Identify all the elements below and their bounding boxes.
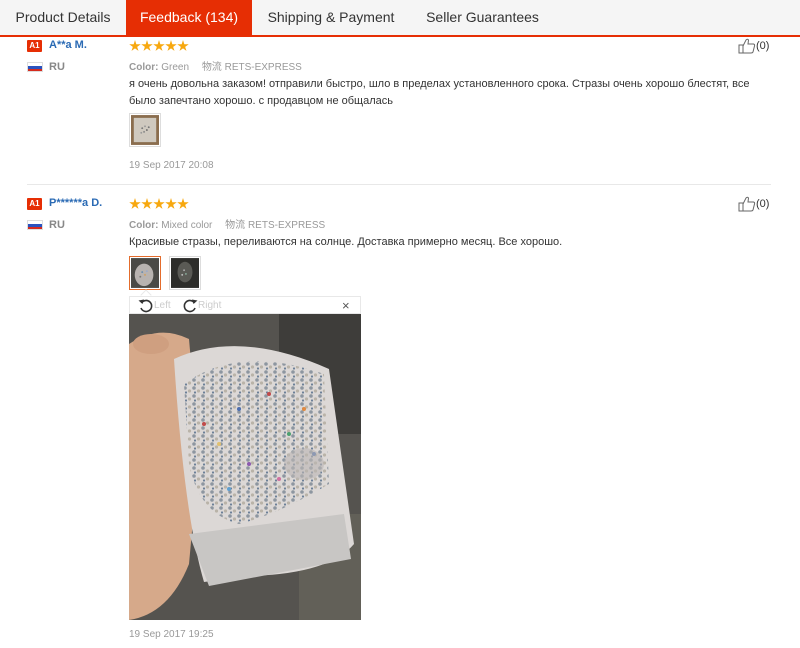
viewer-toolbar: Left Right ×	[129, 296, 361, 314]
star-icon	[177, 40, 189, 51]
helpful-button[interactable]: (0)	[738, 196, 769, 212]
review-date: 19 Sep 2017 20:08	[129, 160, 214, 171]
star-icon	[177, 198, 189, 209]
logistics-value: RETS-EXPRESS	[224, 62, 302, 73]
helpful-count: (0)	[756, 39, 770, 52]
rotate-left-label: Left	[154, 300, 171, 312]
logistics-label: 物流	[225, 220, 246, 231]
tab-bar: Product Details Feedback (134) Shipping …	[0, 0, 800, 37]
buyer-name[interactable]: A**a M.	[49, 39, 87, 51]
rotate-right-button[interactable]: Right	[182, 298, 221, 313]
star-icon	[129, 40, 141, 51]
photo-thumb-image	[131, 258, 159, 288]
color-value: Green	[161, 62, 190, 73]
tab-seller-guarantees[interactable]: Seller Guarantees	[410, 0, 555, 35]
close-viewer-button[interactable]: ×	[342, 298, 350, 314]
star-rating	[129, 39, 189, 53]
star-icon	[165, 198, 177, 209]
logistics-value: RETS-EXPRESS	[247, 220, 326, 231]
star-rating	[129, 197, 189, 211]
thumbs-up-icon	[738, 38, 756, 54]
russia-flag-icon	[27, 220, 43, 230]
tab-product-details[interactable]: Product Details	[0, 0, 126, 35]
buyer-country: RU	[49, 61, 65, 73]
order-info: Color: Mixed color 物流 RETS-EXPRESS	[129, 216, 325, 231]
review-text: Красивые стразы, переливаются на солнце.…	[129, 236, 563, 248]
rotate-left-icon	[138, 299, 153, 313]
review-photo-thumbnail[interactable]	[129, 113, 161, 147]
color-label: Color:	[129, 220, 159, 231]
review-photo-thumbnail[interactable]	[129, 256, 161, 290]
review-divider	[27, 184, 771, 185]
rotate-left-button[interactable]: Left	[138, 298, 171, 313]
order-info: Color: Green 物流 RETS-EXPRESS	[129, 58, 302, 73]
buyer-level-badge: A1	[27, 40, 42, 52]
star-icon	[153, 198, 165, 209]
color-value: Mixed color	[161, 220, 213, 231]
color-label: Color:	[129, 62, 159, 73]
rhinestones-photo	[129, 314, 361, 620]
star-icon	[165, 40, 177, 51]
star-icon	[141, 40, 153, 51]
review-photo-thumbnail[interactable]	[169, 256, 201, 290]
review-photo-large	[129, 314, 361, 620]
rotate-right-label: Right	[198, 300, 222, 312]
buyer-country: RU	[49, 219, 65, 231]
rotate-right-icon	[183, 299, 198, 313]
photo-thumb-image	[171, 258, 199, 288]
russia-flag-icon	[27, 62, 43, 72]
photo-viewer: Left Right ×	[129, 289, 361, 622]
star-icon	[129, 198, 141, 209]
thumbs-up-icon	[738, 196, 756, 212]
logistics-label: 物流	[201, 62, 222, 73]
buyer-name[interactable]: P******a D.	[49, 197, 102, 209]
star-icon	[141, 198, 153, 209]
helpful-button[interactable]: (0)	[738, 38, 769, 54]
buyer-level-badge: A1	[27, 198, 42, 210]
review-date: 19 Sep 2017 19:25	[129, 629, 214, 640]
tab-shipping-payment[interactable]: Shipping & Payment	[252, 0, 410, 35]
review-text: я очень довольна заказом! отправили быст…	[129, 78, 750, 107]
helpful-count: (0)	[756, 197, 770, 210]
star-icon	[153, 40, 165, 51]
tab-feedback[interactable]: Feedback (134)	[126, 0, 252, 37]
photo-thumb-image	[131, 115, 159, 145]
